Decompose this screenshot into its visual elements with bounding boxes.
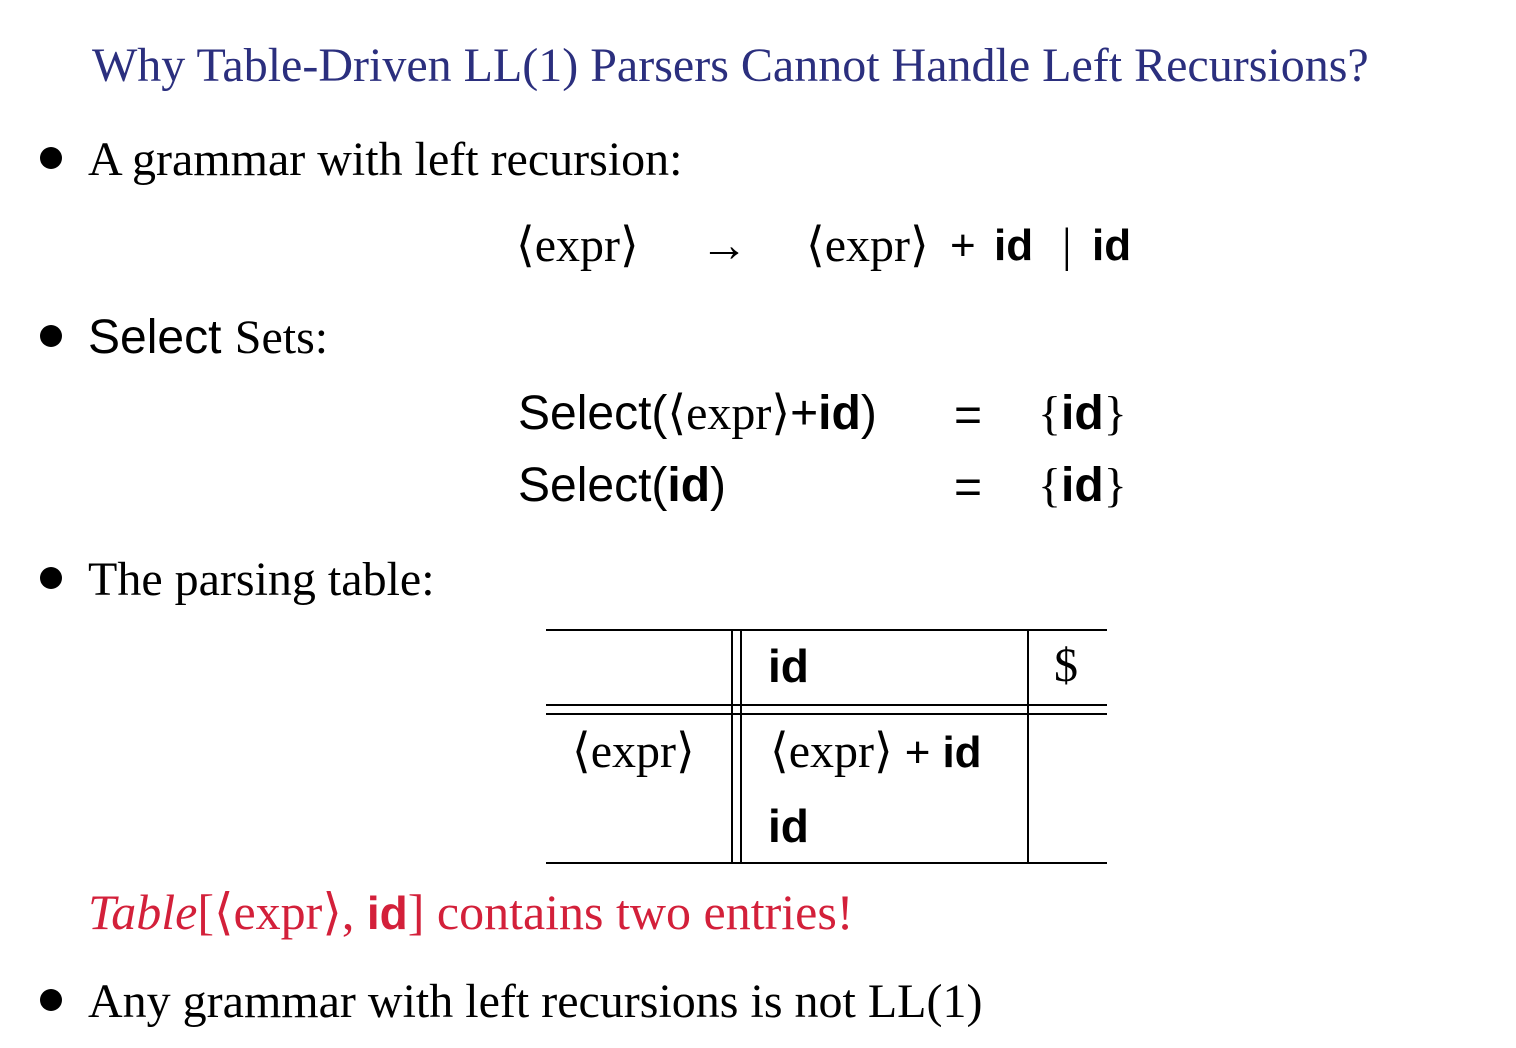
note-nonterminal: ⟨expr⟩ xyxy=(213,884,342,940)
table-conflict-note: Table[⟨expr⟩, id] contains two entries! xyxy=(88,882,853,943)
select-arg-plus-1: + xyxy=(790,387,819,440)
table-header-rule-2 xyxy=(546,713,1107,715)
bullet-select-serif: Sets: xyxy=(234,311,329,364)
select-set-close-2: } xyxy=(1103,459,1127,512)
slide-title: Why Table-Driven LL(1) Parsers Cannot Ha… xyxy=(92,39,1369,92)
select-set-open-2: { xyxy=(1038,459,1062,512)
bullet-conclusion: Any grammar with left recursions is not … xyxy=(40,974,982,1030)
table-column-rule xyxy=(1027,629,1029,864)
bullet-grammar-text: A grammar with left recursion: xyxy=(88,133,683,186)
select-func-2: Select( xyxy=(518,459,668,512)
table-entry-2-terminal: id xyxy=(768,800,809,852)
table-header-id: id xyxy=(768,640,809,692)
table-double-rule-2 xyxy=(740,629,742,864)
grammar-lhs: ⟨expr⟩ xyxy=(516,219,639,272)
grammar-bar: | xyxy=(1062,219,1072,272)
table-row-label: ⟨expr⟩ xyxy=(572,725,695,778)
bullet-select-sans: Select xyxy=(88,311,235,364)
grammar-alt-terminal: id xyxy=(1092,221,1132,270)
select-arg-nonterminal-1: ⟨expr⟩ xyxy=(667,387,791,440)
table-entry-1-terminal: id xyxy=(942,728,982,777)
bullet-parsing-table: The parsing table: xyxy=(40,552,435,608)
grammar-rhs-nonterminal: ⟨expr⟩ xyxy=(806,219,929,272)
table-entry-1: ⟨expr⟩ + id xyxy=(770,724,982,781)
select-set-value-1: id xyxy=(1061,387,1104,440)
select-set-close-1: } xyxy=(1103,387,1127,440)
table-top-rule xyxy=(546,629,1107,631)
bullet-parsing-table-text: The parsing table: xyxy=(88,553,435,606)
select-eq-2: = xyxy=(954,461,983,514)
note-open-bracket: [ xyxy=(197,884,214,940)
note-close-bracket: ] xyxy=(407,884,425,940)
table-entry-1-nonterminal: ⟨expr⟩ xyxy=(770,725,893,778)
note-comma: , xyxy=(341,884,355,940)
bullet-dot-icon xyxy=(40,324,62,347)
note-rest: contains two entries! xyxy=(424,884,854,940)
table-bottom-rule xyxy=(546,862,1107,864)
grammar-arrow: → xyxy=(700,219,748,272)
table-header-rule-1 xyxy=(546,704,1107,706)
bullet-conclusion-text: Any grammar with left recursions is not … xyxy=(88,975,983,1028)
bullet-dot-icon xyxy=(40,146,62,169)
table-header-dollar: $ xyxy=(1054,639,1078,692)
note-table-word: Table xyxy=(88,884,198,940)
table-double-rule-1 xyxy=(731,629,733,864)
select-func-1: Select( xyxy=(518,387,668,440)
bullet-grammar: A grammar with left recursion: xyxy=(40,132,683,188)
note-terminal: id xyxy=(366,887,408,939)
table-entry-1-plus: + xyxy=(904,728,931,777)
select-arg-terminal-2: id xyxy=(667,459,711,512)
select-close-1: ) xyxy=(860,387,877,440)
grammar-plus: + xyxy=(950,221,976,270)
select-set-value-2: id xyxy=(1061,459,1104,512)
grammar-terminal: id xyxy=(994,221,1034,270)
bullet-dot-icon xyxy=(40,988,62,1011)
select-close-2: ) xyxy=(710,459,727,512)
bullet-dot-icon xyxy=(40,566,62,589)
bullet-select-sets: Select Sets: xyxy=(40,310,328,366)
select-arg-terminal-1: id xyxy=(818,387,861,440)
select-set-open-1: { xyxy=(1038,387,1062,440)
select-eq-1: = xyxy=(954,389,983,442)
